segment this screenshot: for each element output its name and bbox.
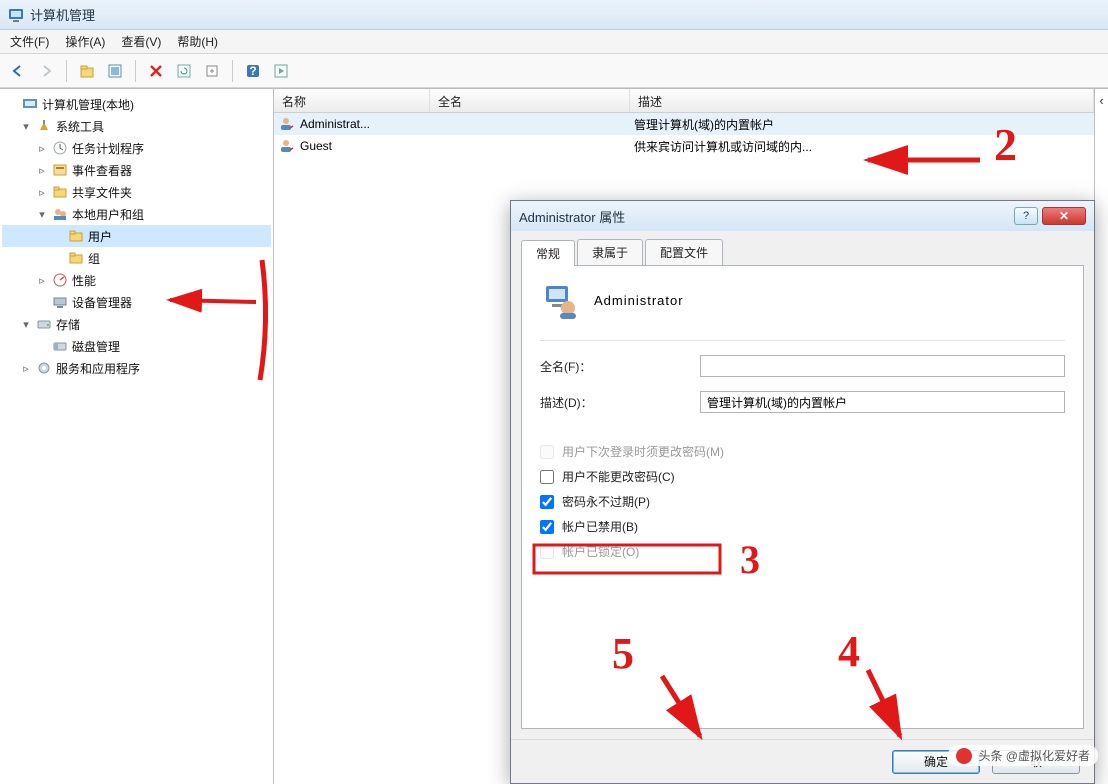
chk-account-locked: 帐户已锁定(O) [540,543,1065,560]
refresh-button[interactable] [172,59,196,83]
nav-back-button[interactable] [6,59,30,83]
properties-dialog: Administrator 属性 ? ✕ 常规 隶属于 配置文件 Adminis… [510,200,1095,784]
tab-general[interactable]: 常规 [521,240,575,266]
properties-button[interactable] [103,59,127,83]
col-full[interactable]: 全名 [430,89,630,112]
list-header: 名称 全名 描述 [274,89,1094,113]
user-icon [278,116,296,132]
dialog-help-button[interactable]: ? [1014,207,1038,225]
tab-profile[interactable]: 配置文件 [645,239,723,265]
menubar: 文件(F) 操作(A) 查看(V) 帮助(H) [0,30,1108,54]
dialog-title: Administrator 属性 [519,207,625,226]
tree-shared-folders[interactable]: ▹共享文件夹 [2,181,271,203]
menu-view[interactable]: 查看(V) [121,33,161,50]
fullname-label: 全名(F)： [540,358,700,375]
chk-cannot-change[interactable]: 用户不能更改密码(C) [540,468,1065,485]
delete-button[interactable] [144,59,168,83]
col-name[interactable]: 名称 [274,89,430,112]
menu-file[interactable]: 文件(F) [10,33,49,50]
tree-root[interactable]: 计算机管理(本地) [2,93,271,115]
nav-tree[interactable]: 计算机管理(本地) ▾系统工具 ▹任务计划程序 ▹事件查看器 ▹共享文件夹 ▾本… [0,89,274,784]
action-button[interactable] [269,59,293,83]
menu-help[interactable]: 帮助(H) [177,33,218,50]
fullname-input[interactable] [700,355,1065,377]
list-row-guest[interactable]: Guest 供来宾访问计算机或访问域的内... [274,135,1094,157]
up-button[interactable] [75,59,99,83]
tree-users[interactable]: 用户 [2,225,271,247]
col-desc[interactable]: 描述 [630,89,1094,112]
tree-task-scheduler[interactable]: ▹任务计划程序 [2,137,271,159]
chk-account-disabled[interactable]: 帐户已禁用(B) [540,518,1065,535]
tree-system-tools[interactable]: ▾系统工具 [2,115,271,137]
actions-pane-collapsed[interactable]: ‹ [1094,89,1108,784]
tree-groups[interactable]: 组 [2,247,271,269]
description-input[interactable] [700,391,1065,413]
dialog-tabs: 常规 隶属于 配置文件 [521,239,1084,265]
chk-never-expires[interactable]: 密码永不过期(P) [540,493,1065,510]
list-row-administrator[interactable]: Administrat... 管理计算机(域)的内置帐户 [274,113,1094,135]
app-icon [8,7,24,23]
tab-memberof[interactable]: 隶属于 [577,239,643,265]
tree-event-viewer[interactable]: ▹事件查看器 [2,159,271,181]
tree-storage[interactable]: ▾存储 [2,313,271,335]
tree-performance[interactable]: ▹性能 [2,269,271,291]
menu-action[interactable]: 操作(A) [65,33,105,50]
tree-device-manager[interactable]: 设备管理器 [2,291,271,313]
dialog-close-button[interactable]: ✕ [1042,207,1086,225]
dialog-titlebar[interactable]: Administrator 属性 ? ✕ [511,201,1094,231]
tree-local-users-groups[interactable]: ▾本地用户和组 [2,203,271,225]
export-button[interactable] [200,59,224,83]
svg-text:?: ? [249,64,256,78]
help-button[interactable]: ? [241,59,265,83]
window-titlebar: 计算机管理 [0,0,1108,30]
nav-fwd-button[interactable] [34,59,58,83]
description-label: 描述(D)： [540,394,700,411]
tree-disk-management[interactable]: 磁盘管理 [2,335,271,357]
user-icon [278,138,296,154]
chk-must-change: 用户下次登录时须更改密码(M) [540,443,1065,460]
window-title: 计算机管理 [30,5,95,24]
account-name: Administrator [594,293,684,308]
tab-panel-general: Administrator 全名(F)： 描述(D)： 用户下次登录时须更改密码… [521,265,1084,729]
toolbar: ? [0,54,1108,88]
tree-services-apps[interactable]: ▹服务和应用程序 [2,357,271,379]
watermark: 头条 @虚拟化爱好者 [948,745,1098,766]
user-large-icon [540,280,580,320]
